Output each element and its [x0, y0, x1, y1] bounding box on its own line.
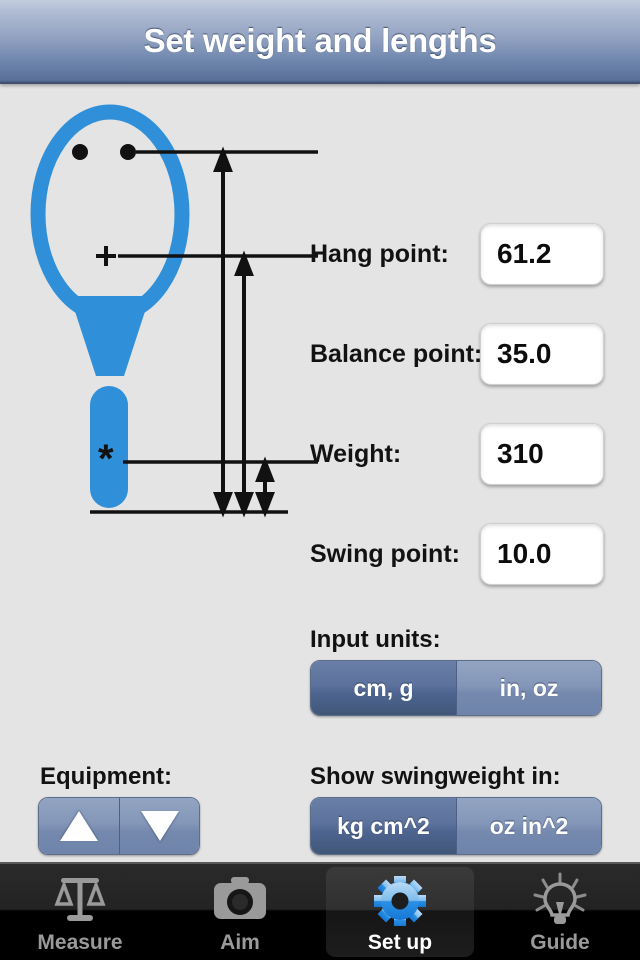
tab-setup[interactable]: Set up — [320, 864, 480, 960]
input-units-segmented-control: cm, g in, oz — [310, 660, 602, 716]
dimension-arrows — [213, 146, 275, 518]
tab-aim[interactable]: Aim — [160, 864, 320, 960]
tab-guide[interactable]: Guide — [480, 864, 640, 960]
equipment-previous-button[interactable] — [39, 798, 119, 854]
input-units-option-metric[interactable]: cm, g — [311, 661, 456, 715]
swingweight-units-option-imperial[interactable]: oz in^2 — [456, 798, 601, 854]
racket-throat-icon — [70, 296, 150, 376]
field-row-balance-point: Balance point: 35.0 — [310, 323, 604, 385]
field-row-hang-point: Hang point: 61.2 — [310, 223, 604, 285]
swingweight-units-label: Show swingweight in: — [310, 763, 561, 790]
hang-point-input[interactable]: 61.2 — [480, 223, 604, 285]
gear-icon — [369, 872, 431, 930]
hang-point-dot-right-icon — [120, 144, 136, 160]
swing-point-value: 10.0 — [497, 538, 552, 569]
hang-point-dot-left-icon — [72, 144, 88, 160]
hang-point-label: Hang point: — [310, 239, 449, 268]
tab-measure-label: Measure — [37, 931, 123, 954]
lightbulb-icon — [529, 872, 591, 930]
swing-point-star-icon: * — [98, 437, 114, 481]
input-units-option-imperial[interactable]: in, oz — [456, 661, 601, 715]
app-root: Set weight and lengths * Hang point: 61.… — [0, 0, 640, 960]
field-row-swing-point: Swing point: 10.0 — [310, 523, 604, 585]
balance-point-plus-icon — [96, 246, 116, 266]
swing-point-input[interactable]: 10.0 — [480, 523, 604, 585]
weight-value: 310 — [497, 438, 544, 469]
camera-icon — [209, 872, 271, 930]
racket-diagram-svg: * — [30, 104, 318, 518]
balance-point-input[interactable]: 35.0 — [480, 323, 604, 385]
racket-head-icon — [30, 104, 190, 324]
equipment-label: Equipment: — [40, 763, 172, 790]
tab-bar: Measure Aim Set up Guide — [0, 862, 640, 960]
weight-input[interactable]: 310 — [480, 423, 604, 485]
swing-point-label: Swing point: — [310, 539, 460, 568]
content-area: * Hang point: 61.2 Balance point: 35.0 W… — [0, 86, 640, 862]
weight-label: Weight: — [310, 439, 402, 468]
scales-icon — [49, 872, 111, 930]
page-title: Set weight and lengths — [143, 22, 497, 59]
triangle-down-icon — [140, 811, 179, 841]
hang-point-value: 61.2 — [497, 238, 552, 269]
balance-point-value: 35.0 — [497, 338, 552, 369]
tab-measure[interactable]: Measure — [0, 864, 160, 960]
swingweight-units-segmented-control: kg cm^2 oz in^2 — [310, 797, 602, 855]
equipment-stepper — [38, 797, 200, 855]
racket-diagram: * — [18, 104, 318, 534]
tab-aim-label: Aim — [220, 931, 260, 954]
navigation-bar: Set weight and lengths — [0, 0, 640, 84]
equipment-next-button[interactable] — [119, 798, 199, 854]
field-row-weight: Weight: 310 — [310, 423, 604, 485]
triangle-up-icon — [60, 811, 98, 841]
swingweight-units-option-metric[interactable]: kg cm^2 — [311, 798, 456, 854]
tab-guide-label: Guide — [530, 931, 590, 954]
balance-point-label: Balance point: — [310, 339, 483, 368]
input-units-label: Input units: — [310, 626, 441, 653]
tab-setup-label: Set up — [367, 931, 433, 954]
